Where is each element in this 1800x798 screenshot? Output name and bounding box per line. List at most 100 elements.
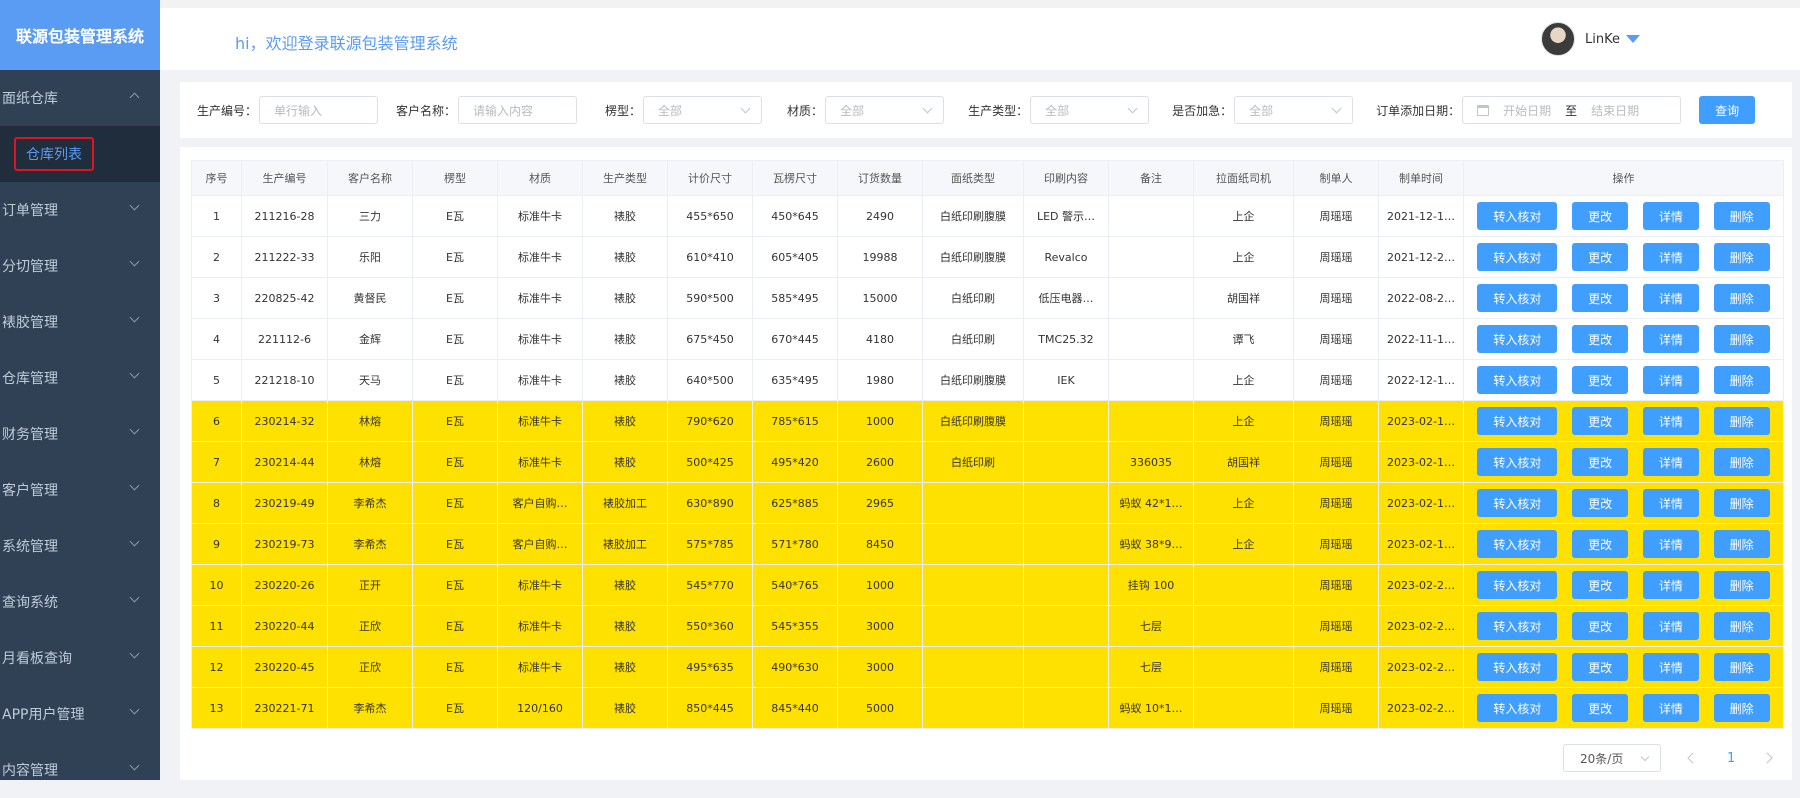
user-menu[interactable]: LinKe xyxy=(1541,22,1640,56)
details-button[interactable]: 详情 xyxy=(1642,284,1699,312)
transfer-check-button[interactable]: 转入核对 xyxy=(1477,612,1558,640)
details-button[interactable]: 详情 xyxy=(1642,571,1699,599)
table-cell: 19988 xyxy=(837,236,923,278)
page-size-select[interactable]: 20条/页 xyxy=(1563,744,1661,772)
column-header: 序号 xyxy=(191,160,242,196)
sidebar-group-paper-warehouse[interactable]: 面纸仓库 xyxy=(0,70,160,126)
delete-button[interactable]: 删除 xyxy=(1713,694,1770,722)
page-number-current[interactable]: 1 xyxy=(1727,751,1735,766)
chevron-right-icon[interactable] xyxy=(1761,752,1773,764)
transfer-check-button[interactable]: 转入核对 xyxy=(1477,489,1558,517)
flute-select[interactable]: 全部 xyxy=(643,96,763,124)
edit-button[interactable]: 更改 xyxy=(1572,489,1629,517)
delete-button[interactable]: 删除 xyxy=(1713,530,1770,558)
start-date-placeholder: 开始日期 xyxy=(1503,103,1552,118)
avatar[interactable] xyxy=(1541,22,1576,56)
date-range-picker[interactable]: 开始日期 至 结束日期 xyxy=(1462,96,1682,124)
sidebar-group-1[interactable]: 订单管理 xyxy=(0,182,160,238)
sidebar-group-8[interactable]: 查询系统 xyxy=(0,574,160,630)
sidebar-group-11[interactable]: 内容管理 xyxy=(0,742,160,798)
edit-button[interactable]: 更改 xyxy=(1572,694,1629,722)
transfer-check-button[interactable]: 转入核对 xyxy=(1477,653,1558,681)
delete-button[interactable]: 删除 xyxy=(1713,366,1770,394)
sidebar: 联源包装管理系统 面纸仓库 仓库列表 订单管理 分切管理 裱胶管理 仓库管理 财务管理客… xyxy=(0,0,160,780)
customer-input[interactable]: 请输入内容 xyxy=(458,96,578,124)
details-button[interactable]: 详情 xyxy=(1642,612,1699,640)
details-button[interactable]: 详情 xyxy=(1642,694,1699,722)
edit-button[interactable]: 更改 xyxy=(1572,243,1629,271)
transfer-check-button[interactable]: 转入核对 xyxy=(1477,571,1558,599)
transfer-check-button[interactable]: 转入核对 xyxy=(1477,694,1558,722)
table-cell: 胡国祥 xyxy=(1193,277,1294,319)
transfer-check-button[interactable]: 转入核对 xyxy=(1477,284,1558,312)
table-row: 8 230219-49 李希杰 E瓦 客户自购… 裱胶加工 630*890 625*885 29… xyxy=(191,482,1784,524)
delete-button[interactable]: 删除 xyxy=(1713,284,1770,312)
table-cell: 640*500 xyxy=(667,359,753,401)
transfer-check-button[interactable]: 转入核对 xyxy=(1477,325,1558,353)
delete-button[interactable]: 删除 xyxy=(1713,243,1770,271)
sidebar-group-4[interactable]: 仓库管理 xyxy=(0,350,160,406)
edit-button[interactable]: 更改 xyxy=(1572,571,1629,599)
customer-placeholder: 请输入内容 xyxy=(473,103,534,118)
transfer-check-button[interactable]: 转入核对 xyxy=(1477,202,1558,230)
sidebar-group-9[interactable]: 月看板查询 xyxy=(0,630,160,686)
material-select[interactable]: 全部 xyxy=(825,96,945,124)
urgent-select[interactable]: 全部 xyxy=(1234,96,1354,124)
transfer-check-button[interactable]: 转入核对 xyxy=(1477,243,1558,271)
transfer-check-button[interactable]: 转入核对 xyxy=(1477,448,1558,476)
edit-button[interactable]: 更改 xyxy=(1572,366,1629,394)
edit-button[interactable]: 更改 xyxy=(1572,530,1629,558)
edit-button[interactable]: 更改 xyxy=(1572,325,1629,353)
delete-button[interactable]: 删除 xyxy=(1713,653,1770,681)
details-button[interactable]: 详情 xyxy=(1642,325,1699,353)
table-cell: 545*355 xyxy=(752,605,838,647)
edit-button[interactable]: 更改 xyxy=(1572,202,1629,230)
sidebar-group-5[interactable]: 财务管理 xyxy=(0,406,160,462)
edit-button[interactable]: 更改 xyxy=(1572,653,1629,681)
prod-type-select[interactable]: 全部 xyxy=(1030,96,1150,124)
table-cell: 6 xyxy=(191,400,242,442)
delete-button[interactable]: 删除 xyxy=(1713,571,1770,599)
chevron-left-icon[interactable] xyxy=(1687,752,1699,764)
table-card: 序号 生产编号 客户名称 楞型 材质 生产类型 计价尺寸 瓦楞尺寸 订货数量 面纸类型 印刷内容 备注… xyxy=(180,147,1792,780)
transfer-check-button[interactable]: 转入核对 xyxy=(1477,407,1558,435)
details-button[interactable]: 详情 xyxy=(1642,407,1699,435)
delete-button[interactable]: 删除 xyxy=(1713,489,1770,517)
transfer-check-button[interactable]: 转入核对 xyxy=(1477,530,1558,558)
transfer-check-button[interactable]: 转入核对 xyxy=(1477,366,1558,394)
edit-button[interactable]: 更改 xyxy=(1572,448,1629,476)
query-button[interactable]: 查询 xyxy=(1699,96,1756,124)
sidebar-group-6[interactable]: 客户管理 xyxy=(0,462,160,518)
edit-button[interactable]: 更改 xyxy=(1572,612,1629,640)
column-header: 瓦楞尺寸 xyxy=(752,160,838,196)
table-cell: 周瑶瑶 xyxy=(1293,564,1379,606)
sidebar-group-3[interactable]: 裱胶管理 xyxy=(0,294,160,350)
details-button[interactable]: 详情 xyxy=(1642,243,1699,271)
prod-no-input[interactable]: 单行输入 xyxy=(259,96,379,124)
edit-button[interactable]: 更改 xyxy=(1572,284,1629,312)
details-button[interactable]: 详情 xyxy=(1642,530,1699,558)
details-button[interactable]: 详情 xyxy=(1642,202,1699,230)
delete-button[interactable]: 删除 xyxy=(1713,202,1770,230)
sidebar-group-10[interactable]: APP用户管理 xyxy=(0,686,160,742)
sidebar-item-warehouse-list[interactable]: 仓库列表 xyxy=(14,137,94,171)
sidebar-group-7[interactable]: 系统管理 xyxy=(0,518,160,574)
edit-button[interactable]: 更改 xyxy=(1572,407,1629,435)
delete-button[interactable]: 删除 xyxy=(1713,448,1770,476)
prod-type-value: 全部 xyxy=(1045,103,1070,118)
details-button[interactable]: 详情 xyxy=(1642,489,1699,517)
table-cell xyxy=(1108,400,1194,442)
app-title: 联源包装管理系统 xyxy=(0,0,160,70)
table-cell: 谭飞 xyxy=(1193,318,1294,360)
details-button[interactable]: 详情 xyxy=(1642,366,1699,394)
delete-button[interactable]: 删除 xyxy=(1713,407,1770,435)
table-cell: 林熔 xyxy=(327,400,413,442)
delete-button[interactable]: 删除 xyxy=(1713,612,1770,640)
details-button[interactable]: 详情 xyxy=(1642,448,1699,476)
actions-cell: 转入核对 更改 详情 删除 xyxy=(1463,646,1784,688)
delete-button[interactable]: 删除 xyxy=(1713,325,1770,353)
chevron-down-icon xyxy=(129,312,140,323)
sidebar-group-2[interactable]: 分切管理 xyxy=(0,238,160,294)
details-button[interactable]: 详情 xyxy=(1642,653,1699,681)
actions-cell: 转入核对 更改 详情 删除 xyxy=(1463,400,1784,442)
